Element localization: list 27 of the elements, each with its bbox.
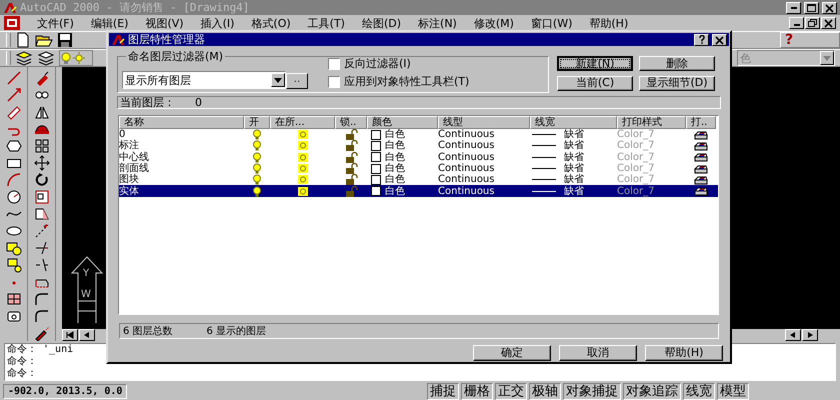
- plot-style: Color_7: [617, 140, 656, 152]
- dropdown-value: 色: [740, 50, 751, 66]
- layer-name: 0: [119, 129, 126, 140]
- current-layer-value: 0: [195, 96, 202, 109]
- coordinates-display: -902.0, 2013.5, 0.0: [3, 384, 128, 399]
- layer-name: 标注: [119, 140, 140, 152]
- current-layer-label: 当前图层：: [120, 95, 175, 110]
- checkbox-label: 应用到对象特性工具栏(T): [344, 74, 470, 89]
- plot-style: Color_7: [617, 185, 656, 197]
- dropdown-value: 显示所有图层: [125, 72, 191, 88]
- group-label: 命名图层过滤器(M): [126, 49, 226, 64]
- plot-style: Color_7: [617, 152, 656, 163]
- window-title: AutoCAD 2000 - 请勿销售 - [Drawing4]: [20, 0, 250, 15]
- plot-style: Color_7: [617, 129, 656, 140]
- layer-count: 6 图层总数: [123, 324, 173, 338]
- command-line: 命令： '_uni: [6, 344, 74, 356]
- layer-name: 剖面线: [119, 162, 150, 174]
- layer-name: 中心线: [119, 152, 150, 163]
- layer-name: 图块: [119, 174, 140, 186]
- checkbox-label: 反向过滤器(I): [344, 56, 411, 71]
- command-line: 命令：: [6, 356, 37, 368]
- command-line: 命令：: [6, 368, 37, 380]
- dialog-title: 图层特性管理器: [128, 32, 206, 47]
- layer-count: 6 显示的图层: [206, 325, 266, 338]
- plot-style: Color_7: [617, 174, 656, 186]
- layer-name: 实体: [119, 185, 140, 197]
- plot-style: Color_7: [617, 162, 656, 174]
